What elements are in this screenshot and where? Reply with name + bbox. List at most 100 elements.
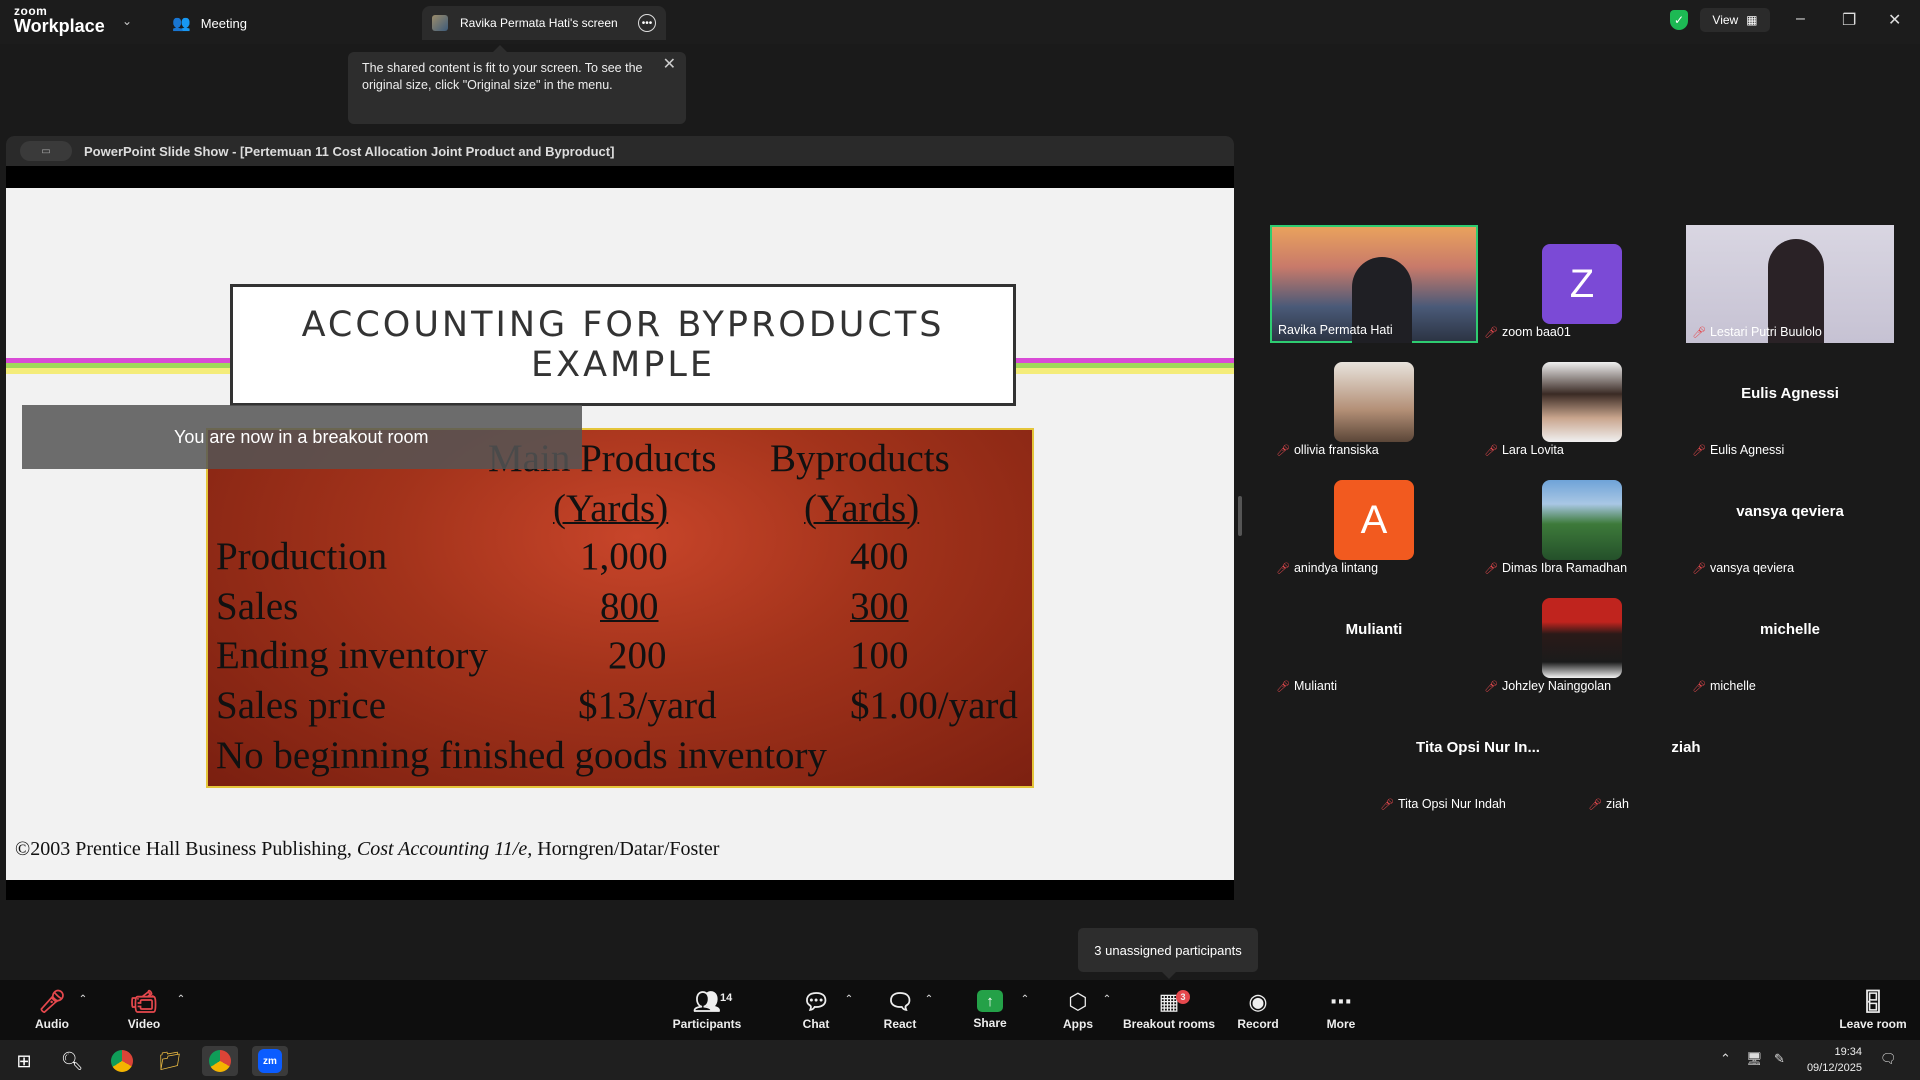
- participant-tile[interactable]: Eulis Agnessi 🎤︎ Eulis Agnessi: [1686, 343, 1894, 461]
- pen-icon[interactable]: ✎: [1774, 1051, 1785, 1067]
- panel-resize-handle[interactable]: [1238, 496, 1242, 536]
- react-options-chevron[interactable]: ⌃: [922, 980, 936, 1040]
- participant-label: 🎤︎ Dimas Ibra Ramadhan: [1484, 561, 1627, 575]
- chat-button[interactable]: 💬︎ Chat: [796, 980, 836, 1040]
- participant-tile[interactable]: 🎤︎ Lestari Putri Buulolo: [1686, 225, 1894, 343]
- chevron-up-icon: ⌃: [924, 994, 934, 1005]
- chevron-up-icon[interactable]: ⌃: [1720, 1051, 1731, 1067]
- participants-button[interactable]: 👥︎ 14 Participants: [670, 980, 744, 1040]
- participant-label: Ravika Permata Hati: [1278, 323, 1393, 337]
- participant-photo: [1542, 598, 1622, 678]
- zoom-logo[interactable]: zoom Workplace: [14, 5, 105, 35]
- grid-view-icon: ▦: [1746, 13, 1758, 27]
- participants-label: Participants: [672, 1017, 742, 1031]
- participant-tile[interactable]: Mulianti 🎤︎ Mulianti: [1270, 579, 1478, 697]
- brand-large: Workplace: [14, 16, 105, 36]
- participant-tile[interactable]: vansya qeviera 🎤︎ vansya qeviera: [1686, 461, 1894, 579]
- participant-display-name: Tita Opsi Nur In...: [1416, 739, 1540, 756]
- muted-mic-icon: 🎤︎: [1276, 680, 1290, 693]
- maximize-icon[interactable]: ❐: [1842, 10, 1856, 30]
- chevron-down-icon[interactable]: ⌄: [122, 14, 132, 28]
- participant-tile[interactable]: 🎤︎ ollivia fransiska: [1270, 343, 1478, 461]
- zoom-app-icon[interactable]: zm: [252, 1046, 288, 1076]
- muted-mic-icon: 🎤︎: [1484, 680, 1498, 693]
- close-icon[interactable]: ✕: [1888, 10, 1901, 30]
- participant-tile[interactable]: 🎤︎ Dimas Ibra Ramadhan: [1478, 461, 1686, 579]
- windows-start-icon[interactable]: ⊞: [6, 1046, 42, 1076]
- apps-icon: ⬡: [1068, 989, 1088, 1014]
- participant-name: Dimas Ibra Ramadhan: [1501, 561, 1628, 575]
- audio-label: Audio: [35, 1017, 69, 1031]
- participant-tile[interactable]: Z 🎤︎ zoom baa01: [1478, 225, 1686, 343]
- search-icon[interactable]: 🔍︎: [54, 1046, 90, 1076]
- leave-room-button[interactable]: 🚪︎ Leave room: [1836, 980, 1910, 1040]
- more-options-icon[interactable]: •••: [638, 14, 656, 32]
- breakout-rooms-button[interactable]: ▦ 3 Breakout rooms: [1122, 980, 1216, 1040]
- apps-options-chevron[interactable]: ⌃: [1100, 980, 1114, 1040]
- apps-button[interactable]: ⬡ Apps: [1058, 980, 1098, 1040]
- encryption-shield-icon[interactable]: ✓: [1670, 10, 1688, 30]
- share-label: Share: [973, 1016, 1007, 1030]
- zoom-logo-icon: zm: [258, 1049, 282, 1073]
- muted-mic-icon: 🎤︎: [1692, 444, 1706, 457]
- file-explorer-icon[interactable]: 📁︎: [152, 1046, 188, 1076]
- muted-mic-icon: 🎤︎: [1692, 562, 1706, 575]
- more-button[interactable]: ⋯ More: [1322, 980, 1360, 1040]
- network-icon[interactable]: 🖥︎: [1746, 1051, 1763, 1067]
- breakout-banner-text: You are now in a breakout room: [174, 426, 429, 447]
- chat-options-chevron[interactable]: ⌃: [842, 980, 856, 1040]
- participant-name: ziah: [1605, 797, 1629, 811]
- participant-tile[interactable]: 🎤︎ Johzley Nainggolan: [1478, 579, 1686, 697]
- participant-tile[interactable]: Ravika Permata Hati: [1270, 225, 1478, 343]
- record-button[interactable]: ◉ Record: [1236, 980, 1280, 1040]
- presenter-icon[interactable]: ▭: [20, 141, 72, 161]
- participant-name: Johzley Nainggolan: [1501, 679, 1612, 693]
- audio-button[interactable]: 🎤︎ Audio: [30, 980, 74, 1040]
- chrome-icon[interactable]: [104, 1046, 140, 1076]
- share-button[interactable]: ↑ Share: [970, 980, 1010, 1040]
- view-button[interactable]: View ▦: [1700, 8, 1770, 32]
- participant-avatar: A: [1334, 480, 1414, 560]
- share-options-chevron[interactable]: ⌃: [1018, 980, 1032, 1040]
- participant-photo: [1542, 480, 1622, 560]
- video-options-chevron[interactable]: ⌃: [174, 980, 188, 1040]
- react-button[interactable]: 🗨︎ React: [880, 980, 920, 1040]
- row-main: 800: [600, 585, 659, 628]
- participant-photo: [1542, 362, 1622, 442]
- breakout-room-banner: You are now in a breakout room: [22, 405, 582, 469]
- participant-label: 🎤︎ Lara Lovita: [1484, 443, 1564, 457]
- meeting-toolbar: 🎤︎ Audio ⌃ 📹︎ Video ⌃ 👥︎ 14 Participants…: [0, 980, 1920, 1040]
- row-by: 100: [850, 634, 909, 677]
- share-screen-tab[interactable]: Ravika Permata Hati's screen •••: [422, 6, 666, 40]
- chrome-logo: [209, 1050, 231, 1072]
- participant-label: 🎤︎ michelle: [1692, 679, 1756, 693]
- participant-tile[interactable]: A 🎤︎ anindya lintang: [1270, 461, 1478, 579]
- leave-label: Leave room: [1839, 1017, 1907, 1031]
- audio-options-chevron[interactable]: ⌃: [76, 980, 90, 1040]
- breakout-label: Breakout rooms: [1122, 1017, 1216, 1031]
- participant-tile[interactable]: michelle 🎤︎ michelle: [1686, 579, 1894, 697]
- participant-tile[interactable]: Tita Opsi Nur In... 🎤︎ Tita Opsi Nur Inda…: [1374, 697, 1582, 815]
- clock-date: 09/12/2025: [1806, 1062, 1862, 1074]
- apps-label: Apps: [1063, 1017, 1093, 1031]
- system-clock[interactable]: 19:34 09/12/2025: [1807, 1044, 1862, 1076]
- video-button[interactable]: 📹︎ Video: [122, 980, 166, 1040]
- sharer-avatar: [432, 15, 448, 31]
- participant-tile[interactable]: ziah 🎤︎ ziah: [1582, 697, 1790, 815]
- react-icon: 🗨︎: [886, 989, 914, 1014]
- shared-screen: ▭ PowerPoint Slide Show - [Pertemuan 11 …: [6, 136, 1234, 900]
- row-main: $13/yard: [578, 684, 717, 727]
- meeting-tab[interactable]: 👥 Meeting: [172, 14, 247, 32]
- ppt-window-titlebar: ▭ PowerPoint Slide Show - [Pertemuan 11 …: [6, 136, 1234, 166]
- chrome-profile-icon[interactable]: [202, 1046, 238, 1076]
- close-icon[interactable]: ✕: [663, 56, 676, 73]
- minimize-icon[interactable]: –: [1796, 10, 1805, 28]
- participant-display-name: Mulianti: [1345, 621, 1403, 638]
- notification-icon[interactable]: 🗨︎: [1880, 1051, 1897, 1067]
- video-off-icon: 📹︎: [130, 989, 158, 1014]
- muted-mic-icon: 🎤︎: [1380, 798, 1394, 811]
- participant-tile[interactable]: 🎤︎ Lara Lovita: [1478, 343, 1686, 461]
- muted-mic-icon: 🎤︎: [1692, 326, 1706, 339]
- participant-name: Lestari Putri Buulolo: [1709, 325, 1822, 339]
- participant-name: Tita Opsi Nur Indah: [1397, 797, 1506, 811]
